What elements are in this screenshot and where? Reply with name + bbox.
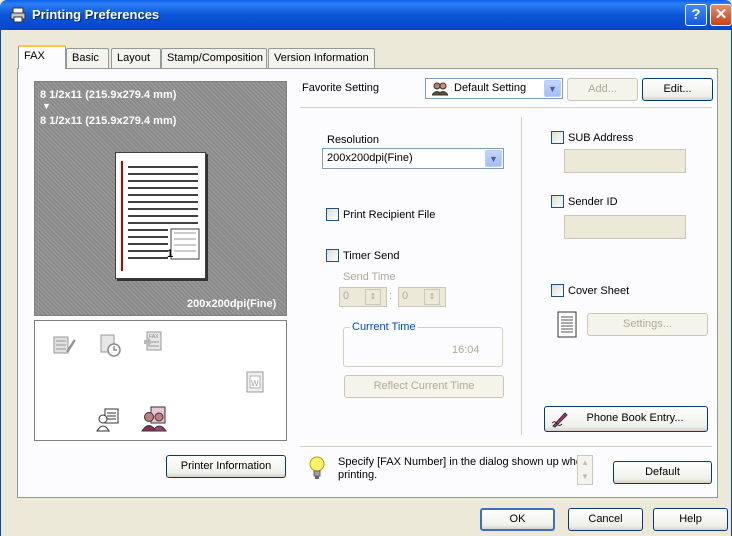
paper-preview xyxy=(115,152,206,279)
phone-book-group-icon xyxy=(141,406,167,432)
favorite-setting-label: Favorite Setting xyxy=(302,82,380,94)
ok-button[interactable]: OK xyxy=(480,508,555,531)
paper-size-text: 8 1/2x11 (215.9x279.4 mm) xyxy=(40,89,177,101)
resolution-value: 200x200dpi(Fine) xyxy=(327,152,413,164)
timer-send-label: Timer Send xyxy=(343,250,400,262)
hint-text-line1: Specify [FAX Number] in the dialog shown… xyxy=(338,456,589,468)
resolution-badge: 200x200dpi(Fine) xyxy=(187,298,277,310)
svg-text:W: W xyxy=(251,379,259,388)
print-recipient-file-checkbox[interactable] xyxy=(326,208,339,221)
tab-basic-label: Basic xyxy=(72,52,99,64)
current-time-label: Current Time xyxy=(350,321,418,333)
arrow-down-icon: ▼ xyxy=(42,101,51,111)
sender-id-checkbox[interactable] xyxy=(551,195,564,208)
favorite-people-icon xyxy=(432,82,448,96)
edit-favorite-button[interactable]: Edit... xyxy=(642,78,713,101)
document-lines-icon xyxy=(121,161,200,271)
fax-document-icon: FAX xyxy=(144,331,162,351)
window-title: Printing Preferences xyxy=(32,7,160,22)
tab-version-information[interactable]: Version Information xyxy=(268,48,375,68)
favorite-setting-value: Default Setting xyxy=(454,82,527,94)
print-recipient-file-label: Print Recipient File xyxy=(343,209,436,221)
phone-book-entry-label: Phone Book Entry... xyxy=(586,412,684,424)
printer-icon xyxy=(10,7,26,23)
cancel-button[interactable]: Cancel xyxy=(568,508,643,531)
reflect-current-time-button[interactable]: Reflect Current Time xyxy=(344,375,504,398)
help-button[interactable]: Help xyxy=(653,508,728,531)
help-title-button[interactable]: ? xyxy=(685,4,707,26)
sender-id-input[interactable] xyxy=(564,215,686,239)
tab-version-label: Version Information xyxy=(274,52,369,64)
recipient-icon xyxy=(96,408,119,432)
timer-document-icon xyxy=(100,334,121,357)
tab-layout[interactable]: Layout xyxy=(111,48,161,68)
printer-information-button[interactable]: Printer Information xyxy=(166,455,286,478)
resolution-select[interactable]: 200x200dpi(Fine) xyxy=(322,148,504,169)
spin-arrows-icon: ⇕ xyxy=(424,289,440,305)
sub-address-input[interactable] xyxy=(564,149,686,173)
minute-value: 0 xyxy=(402,290,409,302)
sender-id-label: Sender ID xyxy=(568,196,618,208)
time-separator: : xyxy=(389,290,393,302)
hint-text-line2: printing. xyxy=(338,469,378,481)
hour-value: 0 xyxy=(343,290,350,302)
default-button[interactable]: Default xyxy=(613,461,712,484)
add-favorite-button[interactable]: Add... xyxy=(567,78,638,101)
sub-address-checkbox[interactable] xyxy=(551,131,564,144)
output-size-text: 8 1/2x11 (215.9x279.4 mm) xyxy=(40,115,177,127)
title-bar[interactable]: Printing Preferences ? ✕ xyxy=(0,0,732,30)
cover-sheet-label: Cover Sheet xyxy=(568,285,630,297)
svg-text:FAX: FAX xyxy=(149,334,159,340)
close-button[interactable]: ✕ xyxy=(710,4,732,26)
cover-sheet-icon: W xyxy=(246,371,264,393)
hint-scrollbar[interactable]: ▲ ▼ xyxy=(577,455,593,485)
minute-spinner[interactable]: 0 ⇕ xyxy=(398,287,446,307)
column-divider xyxy=(521,117,522,435)
cover-sheet-checkbox[interactable] xyxy=(551,284,564,297)
resolution-label: Resolution xyxy=(327,134,379,146)
tab-basic[interactable]: Basic xyxy=(66,48,109,68)
send-time-label: Send Time xyxy=(343,271,396,283)
divider xyxy=(300,107,712,108)
tab-stamp-label: Stamp/Composition xyxy=(167,52,263,64)
hour-spinner[interactable]: 0 ⇕ xyxy=(339,287,387,307)
tab-layout-label: Layout xyxy=(117,52,151,64)
tab-fax[interactable]: FAX xyxy=(18,45,66,69)
spin-arrows-icon: ⇕ xyxy=(365,289,381,305)
phone-book-pen-icon xyxy=(551,412,568,428)
tab-fax-label: FAX xyxy=(24,50,45,62)
chevron-down-icon[interactable]: ▼ xyxy=(485,150,502,167)
fax-edit-icon xyxy=(53,336,76,354)
bottom-divider xyxy=(300,446,712,447)
current-time-value: 16:04 xyxy=(452,344,480,356)
timer-send-checkbox[interactable] xyxy=(326,249,339,262)
chevron-down-icon[interactable]: ▼ xyxy=(544,80,561,97)
page-number: 1 xyxy=(167,248,174,260)
sub-address-label: SUB Address xyxy=(568,132,634,144)
lightbulb-icon xyxy=(309,456,325,479)
cover-page-icon xyxy=(557,311,577,338)
cover-sheet-settings-button[interactable]: Settings... xyxy=(587,313,708,336)
tab-stamp-composition[interactable]: Stamp/Composition xyxy=(161,48,267,68)
